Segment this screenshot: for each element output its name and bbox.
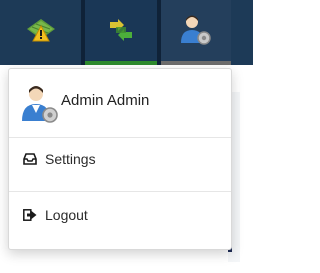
inbox-icon: [23, 152, 37, 166]
tab-underline: [0, 61, 81, 65]
logout-icon: [23, 208, 37, 222]
user-dropdown-menu: Admin Admin Settings Logout: [8, 68, 232, 250]
top-navbar: [0, 0, 253, 65]
menu-item-label: Logout: [45, 207, 88, 223]
tab-sync[interactable]: [85, 0, 157, 65]
alert-map-icon: [24, 15, 58, 50]
tab-underline: [85, 61, 157, 65]
menu-divider: [9, 191, 231, 192]
user-gear-icon: [19, 83, 61, 125]
app-window: Admin Admin Settings Logout: [0, 0, 253, 273]
tab-alerts[interactable]: [0, 0, 81, 65]
user-settings-icon: [179, 13, 213, 52]
user-name: Admin Admin: [61, 91, 150, 109]
menu-divider: [9, 137, 231, 138]
menu-item-label: Settings: [45, 151, 96, 167]
user-profile-row[interactable]: Admin Admin: [19, 83, 149, 125]
tab-user[interactable]: [161, 0, 231, 65]
menu-item-settings[interactable]: Settings: [23, 151, 96, 167]
menu-item-logout[interactable]: Logout: [23, 207, 88, 223]
sync-arrows-icon: [106, 16, 136, 49]
tab-underline: [161, 61, 231, 65]
